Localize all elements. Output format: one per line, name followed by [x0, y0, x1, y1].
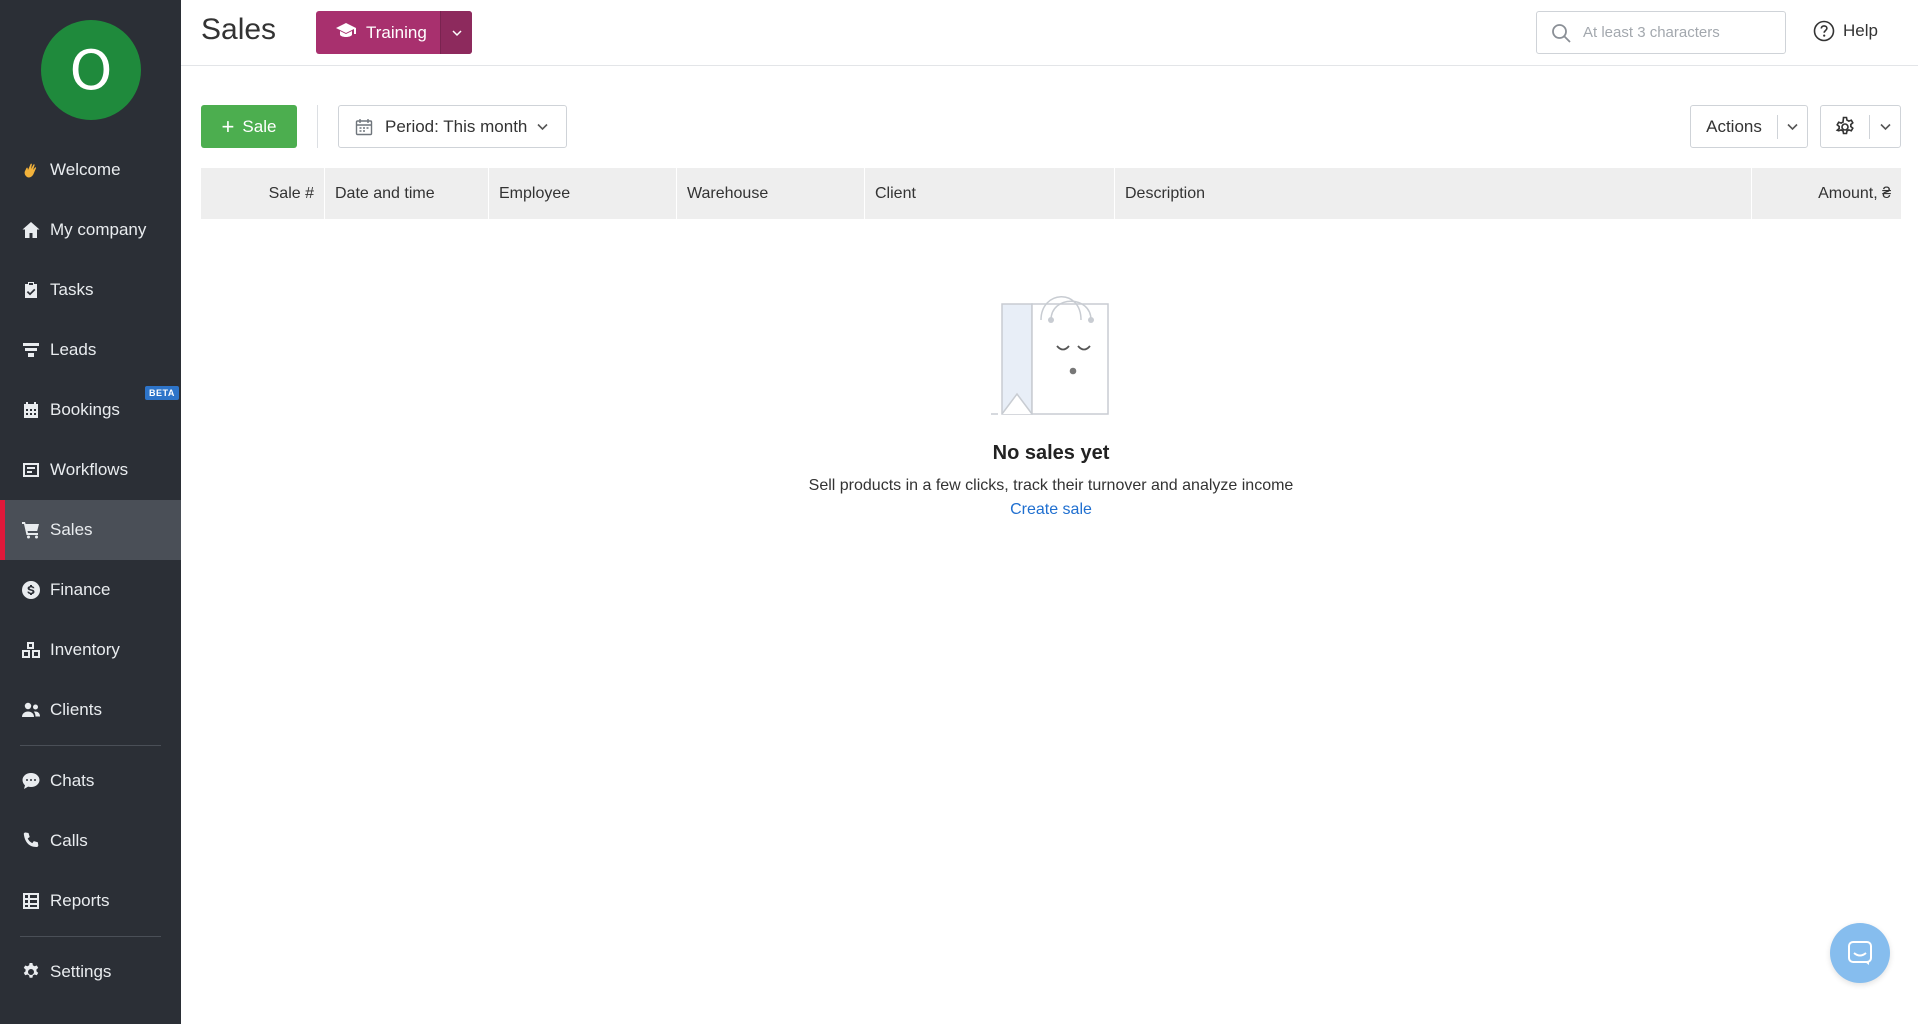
avatar[interactable]: O	[41, 20, 141, 120]
toolbar-divider	[317, 105, 318, 148]
plus-icon: +	[221, 113, 235, 139]
gear-icon	[20, 961, 42, 983]
top-header: Sales Training Help	[181, 0, 1918, 66]
table-settings-dropdown-toggle[interactable]	[1870, 121, 1900, 132]
help-circle-icon	[1813, 20, 1835, 42]
sidebar-item-label: Chats	[50, 771, 95, 790]
sidebar-item-welcome[interactable]: Welcome	[0, 140, 181, 200]
column-header-employee[interactable]: Employee	[489, 168, 677, 219]
search-input[interactable]	[1583, 24, 1773, 41]
training-main-button[interactable]: Training	[316, 11, 440, 54]
sidebar-item-label: Finance	[50, 580, 111, 599]
sales-table-header: Sale # Date and time Employee Warehouse …	[201, 168, 1901, 219]
create-sale-link[interactable]: Create sale	[1010, 501, 1092, 519]
sidebar-item-label: Tasks	[50, 280, 94, 299]
cart-icon	[20, 519, 42, 541]
workflow-board-icon	[20, 459, 42, 481]
add-sale-button[interactable]: + Sale	[201, 105, 297, 148]
empty-state-title: No sales yet	[992, 442, 1110, 464]
training-button: Training	[316, 11, 472, 54]
sidebar-item-label: Leads	[50, 340, 97, 359]
column-header-client[interactable]: Client	[865, 168, 1115, 219]
sidebar-item-label: Inventory	[50, 640, 120, 659]
help-link[interactable]: Help	[1813, 20, 1878, 42]
sidebar-nav: Welcome My company Tasks Leads Bookings	[0, 140, 181, 1002]
sidebar: O Welcome My company Tasks Leads Booking…	[0, 0, 181, 1024]
sidebar-item-label: My company	[50, 220, 147, 239]
support-chat-button[interactable]	[1830, 923, 1890, 983]
chevron-down-icon	[451, 29, 462, 36]
training-dropdown-toggle[interactable]	[440, 11, 472, 54]
sidebar-item-clients[interactable]: Clients	[0, 680, 181, 740]
search-icon	[1552, 23, 1571, 43]
empty-state: No sales yet Sell products in a few clic…	[201, 290, 1901, 519]
sidebar-item-label: Calls	[50, 831, 88, 850]
table-settings-main[interactable]	[1821, 116, 1869, 138]
sidebar-item-label: Workflows	[50, 460, 129, 479]
sidebar-item-tasks[interactable]: Tasks	[0, 260, 181, 320]
chat-bubble-icon	[20, 770, 42, 792]
dollar-coin-icon	[20, 579, 42, 601]
column-header-sale-number[interactable]: Sale #	[201, 168, 325, 219]
sidebar-item-sales[interactable]: Sales	[0, 500, 181, 560]
sidebar-item-label: Bookings	[50, 400, 120, 419]
table-report-icon	[20, 890, 42, 912]
sidebar-item-inventory[interactable]: Inventory	[0, 620, 181, 680]
chat-widget-icon	[1848, 941, 1872, 965]
column-header-description[interactable]: Description	[1115, 168, 1752, 219]
sidebar-divider	[20, 936, 161, 937]
sidebar-item-chats[interactable]: Chats	[0, 751, 181, 811]
actions-button: Actions	[1690, 105, 1808, 148]
home-icon	[20, 219, 42, 241]
chevron-down-icon	[1787, 123, 1798, 131]
sidebar-item-settings[interactable]: Settings	[0, 942, 181, 1002]
table-settings-button	[1820, 105, 1901, 148]
empty-state-subtitle: Sell products in a few clicks, track the…	[808, 477, 1294, 494]
sidebar-item-label: Settings	[50, 962, 112, 981]
sidebar-item-leads[interactable]: Leads	[0, 320, 181, 380]
beta-badge: BETA	[145, 386, 179, 400]
sidebar-item-finance[interactable]: Finance	[0, 560, 181, 620]
funnel-icon	[20, 339, 42, 361]
calendar-icon	[355, 118, 385, 136]
clipboard-check-icon	[20, 279, 42, 301]
sidebar-item-workflows[interactable]: Workflows	[0, 440, 181, 500]
sidebar-item-bookings[interactable]: Bookings BETA	[0, 380, 181, 440]
sidebar-item-reports[interactable]: Reports	[0, 871, 181, 931]
gear-icon	[1835, 116, 1854, 134]
search-box	[1536, 11, 1786, 54]
chevron-down-icon	[537, 121, 548, 132]
sidebar-item-my-company[interactable]: My company	[0, 200, 181, 260]
users-icon	[20, 699, 42, 721]
sidebar-item-label: Welcome	[50, 160, 121, 179]
column-header-date-time[interactable]: Date and time	[325, 168, 489, 219]
empty-shopping-bag-illustration	[991, 296, 1109, 415]
sidebar-item-calls[interactable]: Calls	[0, 811, 181, 871]
column-header-amount[interactable]: Amount, ₴	[1752, 168, 1901, 219]
boxes-icon	[20, 639, 42, 661]
phone-icon	[20, 830, 42, 852]
add-sale-label: Sale	[242, 116, 277, 136]
training-label: Training	[366, 22, 427, 42]
period-label: Period: This month	[385, 116, 528, 136]
sidebar-item-label: Sales	[50, 520, 93, 539]
period-filter-button[interactable]: Period: This month	[338, 105, 567, 148]
sidebar-item-label: Reports	[50, 891, 110, 910]
help-label: Help	[1843, 21, 1878, 40]
waving-hand-icon	[20, 159, 42, 181]
calendar-grid-icon	[20, 399, 42, 421]
page-title: Sales	[201, 13, 277, 46]
sidebar-item-label: Clients	[50, 700, 102, 719]
graduation-cap-icon	[336, 22, 366, 43]
sidebar-divider	[20, 745, 161, 746]
actions-label[interactable]: Actions	[1691, 117, 1777, 137]
chevron-down-icon	[1879, 123, 1891, 131]
actions-dropdown-toggle[interactable]	[1778, 121, 1807, 132]
column-header-warehouse[interactable]: Warehouse	[677, 168, 865, 219]
